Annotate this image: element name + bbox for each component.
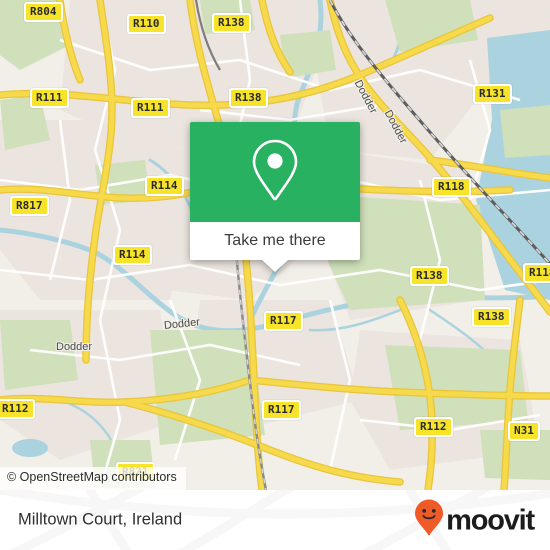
road-shield[interactable]: R114 [145,176,184,196]
road-shield[interactable]: R111 [131,98,170,118]
moovit-location-card: R804 R110 R138 R111 R111 R138 R131 R114 … [0,0,550,550]
road-shield[interactable]: R112 [414,417,453,437]
road-shield[interactable]: R117 [264,311,303,331]
map-attribution: © OpenStreetMap contributors [0,467,186,490]
road-shield[interactable]: R117 [262,400,301,420]
location-title: Milltown Court, Ireland [18,510,183,529]
take-me-there-popup[interactable]: Take me there [190,122,360,272]
take-me-there-label: Take me there [224,232,326,249]
road-shield[interactable]: R131 [473,84,512,104]
road-shield[interactable]: R817 [10,196,49,216]
road-shield[interactable]: R111 [30,88,69,108]
footer-bar: Milltown Court, Ireland moovit [0,490,550,550]
road-shield[interactable]: N31 [508,421,540,441]
popup-cta-bar[interactable]: Take me there [190,222,360,260]
moovit-smile-pin-icon [414,499,444,542]
road-shield[interactable]: R138 [472,307,511,327]
road-shield[interactable]: R138 [410,266,449,286]
road-shield[interactable]: R114 [113,245,152,265]
river-label: Dodder [56,341,93,353]
road-shield[interactable]: R118 [523,263,550,283]
road-shield[interactable]: R138 [212,13,251,33]
road-shield[interactable]: R118 [432,177,471,197]
road-shield[interactable]: R138 [229,88,268,108]
road-shield[interactable]: R110 [127,14,166,34]
moovit-logo[interactable]: moovit [414,499,535,542]
popup-pointer [262,260,288,272]
popup-pin-panel [190,122,360,222]
map-pin-icon [248,136,302,209]
road-shield[interactable]: R112 [0,399,35,419]
moovit-wordmark: moovit [446,504,535,537]
road-shield[interactable]: R804 [24,2,63,22]
